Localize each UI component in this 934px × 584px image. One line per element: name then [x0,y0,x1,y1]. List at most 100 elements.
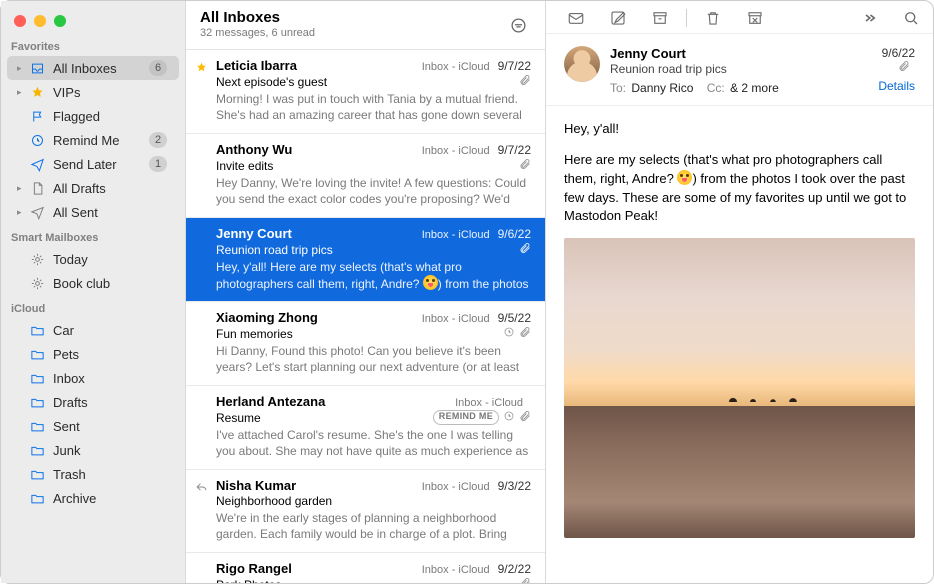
message-item[interactable]: Nisha KumarInbox - iCloud9/3/22Neighborh… [186,470,545,553]
message-source: Inbox - iCloud [455,397,523,409]
message-subject: Reunion road trip pics [216,243,519,257]
star-icon [195,61,208,74]
details-link[interactable]: Details [878,79,915,93]
more-button[interactable] [859,9,879,27]
emoji-tongue-icon [423,275,438,290]
close-window-button[interactable] [14,15,26,27]
message-sender: Herland Antezana [216,394,455,409]
message-item[interactable]: Jenny CourtInbox - iCloud9/6/22Reunion r… [186,218,545,302]
sidebar-item-all-sent[interactable]: ▸ All Sent [7,200,179,224]
message-preview: We're in the early stages of planning a … [216,510,531,542]
zoom-window-button[interactable] [54,15,66,27]
tray-icon [29,61,46,76]
search-button[interactable] [901,9,921,27]
sidebar-item-inbox[interactable]: ▸Inbox [7,366,179,390]
sidebar-item-label: Pets [53,347,167,362]
remind-me-pill: REMIND ME [433,410,499,425]
sidebar-item-trash[interactable]: ▸Trash [7,462,179,486]
attachment-icon [519,158,531,173]
sender-avatar [564,46,600,82]
sidebar-item-label: Remind Me [53,133,149,148]
message-list[interactable]: Leticia Ibarra Inbox - iCloud 9/7/22 Next e… [186,50,545,583]
message-item[interactable]: Xiaoming ZhongInbox - iCloud9/5/22Fun me… [186,302,545,386]
sidebar-item-remind-me[interactable]: ▸Remind Me2 [7,128,179,152]
message-item[interactable]: Rigo RangelInbox - iCloud9/2/22Park Phot… [186,553,545,583]
compose-button[interactable] [608,9,628,27]
sidebar-item-sent[interactable]: ▸Sent [7,414,179,438]
folder-icon [29,371,46,386]
sidebar-item-send-later[interactable]: ▸Send Later1 [7,152,179,176]
message-source: Inbox - iCloud [422,145,490,157]
sidebar-item-all-drafts[interactable]: ▸All Drafts [7,176,179,200]
message-item[interactable]: Herland AntezanaInbox - iCloudResumeREMI… [186,386,545,470]
sidebar-item-label: Drafts [53,395,167,410]
message-preview: Hey, y'all! Here are my selects (that's … [216,259,531,291]
sidebar-section-title: Favorites [1,33,185,56]
folder-icon [29,347,46,362]
sidebar-item-flagged[interactable]: ▸Flagged [7,104,179,128]
message-sender: Xiaoming Zhong [216,310,422,325]
folder-icon [29,443,46,458]
message-sender: Leticia Ibarra [216,58,422,73]
message-sender: Anthony Wu [216,142,422,157]
minimize-window-button[interactable] [34,15,46,27]
sidebar-item-label: All Sent [53,205,167,220]
attached-photo[interactable] [564,238,915,538]
sidebar-item-car[interactable]: ▸Car [7,318,179,342]
filter-button[interactable] [505,12,531,38]
sidebar-item-archive[interactable]: ▸Archive [7,486,179,510]
reader-body[interactable]: Hey, y'all! Here are my selects (that's … [546,106,933,583]
sidebar-item-label: Inbox [53,371,167,386]
message-item[interactable]: Leticia IbarraInbox - iCloud9/7/22Next e… [186,50,545,134]
message-paragraph: Hey, y'all! [564,120,915,139]
reply-icon [195,481,208,494]
message-preview: Hi Danny, Found this photo! Can you beli… [216,343,531,375]
message-item[interactable]: Anthony WuInbox - iCloud9/7/22Invite edi… [186,134,545,218]
sidebar-item-junk[interactable]: ▸Junk [7,438,179,462]
envelope-button[interactable] [566,9,586,27]
message-date: 9/7/22 [498,143,531,157]
sidebar-item-drafts[interactable]: ▸Drafts [7,390,179,414]
sidebar-item-book-club[interactable]: ▸Book club [7,271,179,295]
chevron-right-icon: ▸ [17,87,27,98]
message-preview: Hey Danny, We're loving the invite! A fe… [216,175,531,207]
message-preview: Morning! I was put in touch with Tania b… [216,91,531,123]
delete-button[interactable] [703,9,723,27]
attachment-icon [519,577,531,583]
sidebar-section-title: Smart Mailboxes [1,224,185,247]
chevron-right-icon: ▸ [17,207,27,218]
paperplane-icon [29,157,46,172]
chevron-right-icon: ▸ [17,183,27,194]
chevron-right-icon: ▸ [17,63,27,74]
message-list-panel: All Inboxes 32 messages, 6 unread Letici… [186,1,546,583]
sidebar-item-label: VIPs [53,85,167,100]
sidebar-item-today[interactable]: ▸Today [7,247,179,271]
message-date: 9/7/22 [498,59,531,73]
archive-button[interactable] [650,9,670,27]
sidebar-item-all-inboxes[interactable]: ▸ All Inboxes6 [7,56,179,80]
message-date: 9/3/22 [498,479,531,493]
window-controls [1,1,185,33]
message-reader: Jenny Court Reunion road trip pics To: D… [546,1,933,583]
message-date: 9/5/22 [498,311,531,325]
attachment-icon [519,326,531,341]
sidebar-badge: 2 [149,132,167,148]
message-subject: Park Photos [216,578,519,584]
message-subject: Neighborhood garden [216,494,531,508]
sidebar-item-pets[interactable]: ▸Pets [7,342,179,366]
junk-button[interactable] [745,9,765,27]
gear-icon [29,276,46,291]
sidebar-item-label: Send Later [53,157,149,172]
sidebar-item-label: Archive [53,491,167,506]
message-subject: Next episode's guest [216,75,519,89]
sidebar-item-label: Sent [53,419,167,434]
attachment-icon [519,242,531,257]
sidebar-item-label: All Inboxes [53,61,149,76]
sidebar-badge: 6 [149,60,167,76]
sidebar-item-vips[interactable]: ▸ VIPs [7,80,179,104]
attachment-icon [519,410,531,425]
sidebar-item-label: Car [53,323,167,338]
sidebar-badge: 1 [149,156,167,172]
mailbox-subtitle: 32 messages, 6 unread [200,27,505,39]
message-list-header: All Inboxes 32 messages, 6 unread [186,1,545,50]
